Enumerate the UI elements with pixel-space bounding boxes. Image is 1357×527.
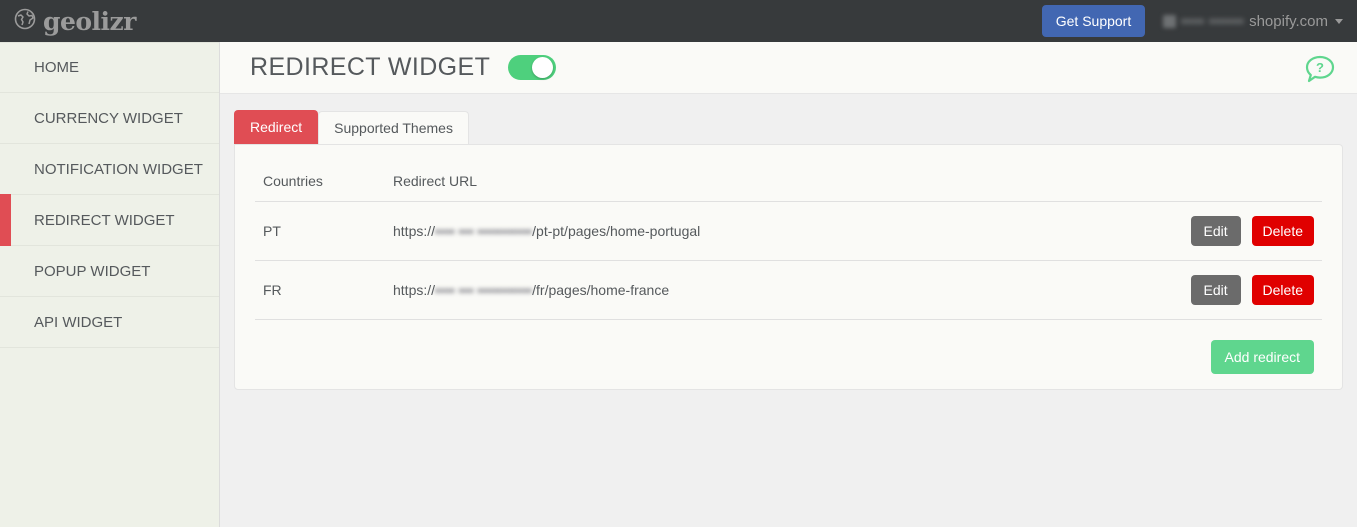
url-path: /fr/pages/home-france bbox=[532, 282, 670, 298]
column-header-redirect-url: Redirect URL bbox=[385, 165, 854, 202]
sidebar-item-redirect-widget[interactable]: REDIRECT WIDGET bbox=[0, 194, 219, 246]
page-header: REDIRECT WIDGET ? bbox=[220, 42, 1357, 94]
cell-redirect-url: https://▪▪▪▪ ▪▪▪ ▪▪▪▪▪▪▪▪▪▪▪/pt-pt/pages… bbox=[385, 201, 854, 261]
sidebar-item-label: POPUP WIDGET bbox=[34, 262, 151, 280]
url-path: /pt-pt/pages/home-portugal bbox=[532, 223, 701, 239]
widget-enable-toggle[interactable] bbox=[508, 55, 557, 80]
edit-button[interactable]: Edit bbox=[1190, 275, 1241, 305]
sidebar-item-label: NOTIFICATION WIDGET bbox=[34, 160, 203, 178]
tab-supported-themes[interactable]: Supported Themes bbox=[318, 111, 469, 144]
sidebar-item-label: HOME bbox=[34, 59, 79, 76]
help-question-bubble-icon[interactable]: ? bbox=[1305, 55, 1335, 88]
globe-icon bbox=[14, 7, 36, 36]
cell-redirect-url: https://▪▪▪▪ ▪▪▪ ▪▪▪▪▪▪▪▪▪▪▪/fr/pages/ho… bbox=[385, 260, 854, 320]
sidebar-item-home[interactable]: HOME bbox=[0, 42, 219, 93]
column-header-actions bbox=[853, 165, 1322, 202]
top-navbar: geolizr Get Support ▪▪▪▪ ▪▪▪▪▪▪ shopify.… bbox=[0, 0, 1357, 42]
cell-country: PT bbox=[255, 201, 385, 261]
navbar-right-group: Get Support ▪▪▪▪ ▪▪▪▪▪▪ shopify.com bbox=[1041, 5, 1343, 37]
toggle-knob bbox=[532, 57, 554, 78]
page-title: REDIRECT WIDGET bbox=[250, 53, 491, 81]
sidebar-item-label: API WIDGET bbox=[34, 313, 123, 331]
sidebar-item-label: CURRENCY WIDGET bbox=[34, 109, 183, 127]
url-domain-redacted: ▪▪▪▪ ▪▪▪ ▪▪▪▪▪▪▪▪▪▪▪ bbox=[435, 282, 533, 298]
sidebar-item-currency-widget[interactable]: CURRENCY WIDGET bbox=[0, 93, 219, 144]
delete-button[interactable]: Delete bbox=[1251, 216, 1314, 246]
brand-name: geolizr bbox=[43, 6, 136, 36]
account-domain: shopify.com bbox=[1249, 12, 1328, 30]
column-header-countries: Countries bbox=[255, 165, 385, 202]
url-prefix: https:// bbox=[393, 282, 436, 298]
cell-actions: Edit Delete bbox=[853, 260, 1322, 320]
tab-bar: Redirect Supported Themes bbox=[220, 108, 1357, 144]
redirect-card: Countries Redirect URL PT https://▪▪▪▪ ▪… bbox=[234, 144, 1343, 390]
sidebar: HOME CURRENCY WIDGET NOTIFICATION WIDGET… bbox=[0, 42, 220, 527]
redirect-table: Countries Redirect URL PT https://▪▪▪▪ ▪… bbox=[255, 165, 1322, 320]
cell-country: FR bbox=[255, 260, 385, 320]
avatar bbox=[1163, 14, 1177, 28]
add-redirect-button[interactable]: Add redirect bbox=[1210, 340, 1314, 374]
main-content: REDIRECT WIDGET ? Redirect Supported The… bbox=[220, 42, 1357, 527]
sidebar-item-label: REDIRECT WIDGET bbox=[34, 211, 175, 229]
table-row: FR https://▪▪▪▪ ▪▪▪ ▪▪▪▪▪▪▪▪▪▪▪/fr/pages… bbox=[255, 260, 1322, 320]
url-domain-redacted: ▪▪▪▪ ▪▪▪ ▪▪▪▪▪▪▪▪▪▪▪ bbox=[435, 223, 533, 239]
account-name-redacted: ▪▪▪▪ ▪▪▪▪▪▪ bbox=[1181, 12, 1245, 30]
sidebar-item-notification-widget[interactable]: NOTIFICATION WIDGET bbox=[0, 144, 219, 195]
url-prefix: https:// bbox=[393, 223, 436, 239]
chevron-down-icon bbox=[1335, 18, 1343, 24]
svg-text:?: ? bbox=[1316, 60, 1324, 75]
cell-actions: Edit Delete bbox=[853, 201, 1322, 261]
sidebar-item-popup-widget[interactable]: POPUP WIDGET bbox=[0, 246, 219, 297]
card-footer: Add redirect bbox=[255, 320, 1322, 374]
sidebar-item-api-widget[interactable]: API WIDGET bbox=[0, 297, 219, 348]
edit-button[interactable]: Edit bbox=[1190, 216, 1241, 246]
get-support-button[interactable]: Get Support bbox=[1041, 5, 1146, 37]
brand-logo[interactable]: geolizr bbox=[14, 7, 136, 36]
account-dropdown[interactable]: ▪▪▪▪ ▪▪▪▪▪▪ shopify.com bbox=[1163, 13, 1343, 30]
table-row: PT https://▪▪▪▪ ▪▪▪ ▪▪▪▪▪▪▪▪▪▪▪/pt-pt/pa… bbox=[255, 201, 1322, 261]
tab-redirect[interactable]: Redirect bbox=[234, 110, 319, 144]
delete-button[interactable]: Delete bbox=[1251, 275, 1314, 305]
table-header-row: Countries Redirect URL bbox=[255, 165, 1322, 202]
